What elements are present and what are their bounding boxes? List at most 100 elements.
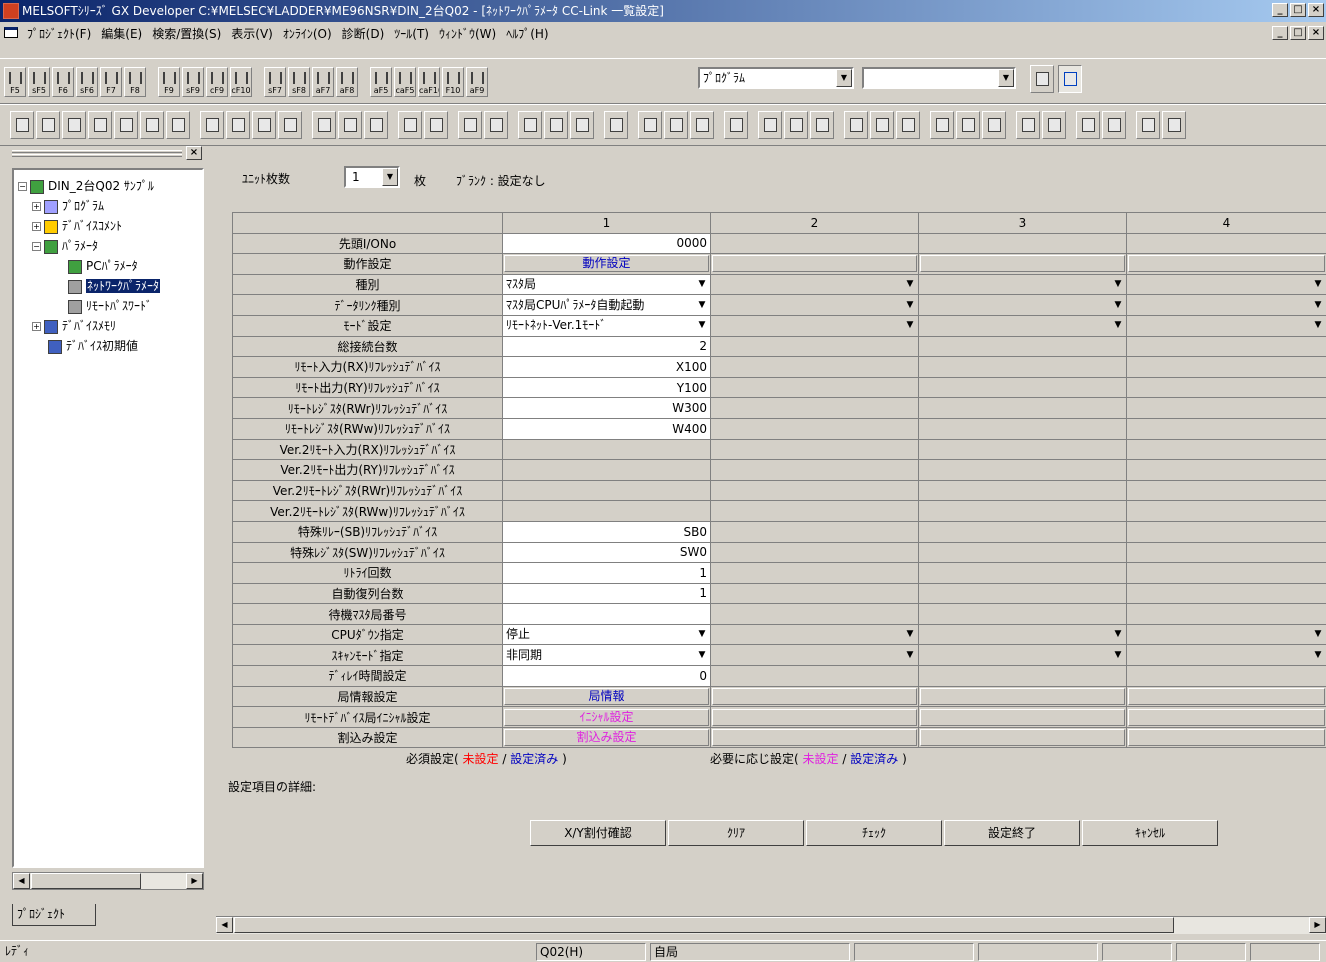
expand-icon[interactable]: + [32,202,41,211]
toolbar-button[interactable] [690,111,714,139]
toolbar-button[interactable] [604,111,628,139]
toolbar-button[interactable] [544,111,568,139]
combo-cell[interactable]: ▼ [710,273,919,296]
minimize-button[interactable]: _ [1272,3,1288,17]
ladder-symbol-button[interactable]: F6 [52,67,74,97]
combo-box[interactable]: ▼ [714,316,915,335]
chevron-down-icon[interactable]: ▼ [903,277,917,292]
toolbar-button[interactable] [1102,111,1126,139]
xy-assign-check-button[interactable]: X/Y割付確認 [530,820,666,846]
combo-cell[interactable]: ▼ [918,273,1127,296]
toolbar-button[interactable] [758,111,782,139]
program-select[interactable]: ▼ [862,67,1016,89]
toolbar-button[interactable] [226,111,250,139]
pane-grip[interactable] [12,154,182,157]
combo-box[interactable]: ▼ [714,296,915,315]
value-cell[interactable]: W300 [502,397,711,419]
end-setup-button[interactable]: 設定終了 [944,820,1080,846]
toolbar-button[interactable] [484,111,508,139]
setting-button[interactable]: ｲﾆｼｬﾙ設定 [504,708,709,726]
toolbar-button[interactable] [312,111,336,139]
toolbar-button[interactable] [10,111,34,139]
chevron-down-icon[interactable]: ▼ [695,277,709,292]
chevron-down-icon[interactable]: ▼ [903,627,917,642]
toolbar-button[interactable] [252,111,276,139]
combo-box[interactable]: ▼ [1130,625,1323,644]
toolbar-button[interactable] [398,111,422,139]
chevron-down-icon[interactable]: ▼ [695,648,709,663]
combo-box[interactable]: ▼ [922,646,1123,665]
toolbar-button[interactable] [638,111,662,139]
menu-item-5[interactable]: 診断(D) [337,25,390,42]
combo-cell[interactable]: ▼ [918,314,1127,337]
menu-item-0[interactable]: ﾌﾟﾛｼﾞｪｸﾄ(F) [22,25,96,42]
collapse-icon[interactable]: − [18,182,27,191]
toolbar-button[interactable] [166,111,190,139]
combo-cell[interactable]: ▼ [1126,294,1326,316]
chevron-down-icon[interactable]: ▼ [382,168,398,186]
value-cell[interactable]: SB0 [502,520,711,543]
tree-item[interactable]: − ﾊﾟﾗﾒｰﾀ [32,236,98,256]
toolbar-button[interactable] [930,111,954,139]
setting-button[interactable] [712,255,917,273]
ladder-symbol-button[interactable]: cF9 [206,67,228,97]
combo-cell[interactable]: ▼ [918,294,1127,316]
chevron-down-icon[interactable]: ▼ [1111,627,1125,642]
toolbar-button[interactable] [844,111,868,139]
toolbar-button[interactable] [810,111,834,139]
setting-button[interactable] [920,729,1125,747]
combo-box[interactable]: ﾏｽﾀ局 ▼ [506,275,707,294]
value-cell[interactable]: 1 [502,562,711,584]
ladder-symbol-button[interactable]: F8 [124,67,146,97]
toolbar-button[interactable] [956,111,980,139]
chevron-down-icon[interactable]: ▼ [903,318,917,333]
tree-item[interactable]: + ﾃﾞﾊﾞｲｽｺﾒﾝﾄ [32,216,122,236]
toolbar-button[interactable] [570,111,594,139]
value-cell[interactable] [502,603,711,625]
toolbar-button[interactable] [1016,111,1040,139]
tree-item[interactable]: + ﾌﾟﾛｸﾞﾗﾑ [32,196,104,216]
combo-box[interactable]: 非同期 ▼ [506,646,707,665]
ladder-symbol-button[interactable]: F9 [158,67,180,97]
ladder-symbol-button[interactable]: sF9 [182,67,204,97]
toolbar-button[interactable] [1042,111,1066,139]
menu-item-8[interactable]: ﾍﾙﾌﾟ(H) [501,25,553,42]
ladder-symbol-button[interactable]: F10 [442,67,464,97]
combo-box[interactable]: ▼ [1130,646,1323,665]
pane-close-button[interactable]: × [186,146,202,160]
setting-button[interactable] [712,708,917,726]
ladder-symbol-button[interactable]: aF7 [312,67,334,97]
value-cell[interactable]: W400 [502,417,711,440]
setting-button[interactable] [920,255,1125,273]
tab-project[interactable]: ﾌﾟﾛｼﾞｪｸﾄ [12,904,96,926]
expand-icon[interactable]: + [32,222,41,231]
menu-item-4[interactable]: ｵﾝﾗｲﾝ(O) [278,25,337,42]
document-icon[interactable] [4,27,18,38]
toolbar-button[interactable] [870,111,894,139]
setting-button[interactable] [920,687,1125,705]
setting-button[interactable]: 局情報 [504,687,709,705]
combo-cell[interactable]: ▼ [710,623,919,646]
chevron-down-icon[interactable]: ▼ [903,648,917,663]
ladder-symbol-button[interactable]: sF5 [28,67,50,97]
doc-close-button[interactable]: × [1308,26,1324,40]
combo-cell[interactable]: 非同期 ▼ [502,644,711,667]
setting-button[interactable] [712,729,917,747]
scroll-right-icon[interactable]: ▶ [186,873,203,889]
tree-item[interactable]: + ﾃﾞﾊﾞｲｽﾒﾓﾘ [32,316,116,336]
clear-button[interactable]: ｸﾘｱ [668,820,804,846]
value-cell[interactable]: 2 [502,335,711,358]
tree-root[interactable]: − DIN_2台Q02 ｻﾝﾌﾟﾙ [18,176,154,196]
tree-item[interactable]: ﾃﾞﾊﾞｲｽ初期値 [48,336,138,356]
combo-cell[interactable]: ▼ [918,644,1127,667]
unit-count-select[interactable]: 1 ▼ [344,166,400,188]
doc-maximize-button[interactable]: □ [1290,26,1306,40]
setting-button[interactable] [1128,255,1325,273]
ladder-symbol-button[interactable]: aF8 [336,67,358,97]
toolbar-button[interactable] [114,111,138,139]
scroll-left-icon[interactable]: ◀ [13,873,30,889]
setting-button[interactable] [920,708,1125,726]
combo-box[interactable]: ▼ [922,296,1123,315]
combo-cell[interactable]: ▼ [918,623,1127,646]
combo-box[interactable]: ﾘﾓｰﾄﾈｯﾄ-Ver.1ﾓｰﾄﾞ ▼ [506,316,707,335]
